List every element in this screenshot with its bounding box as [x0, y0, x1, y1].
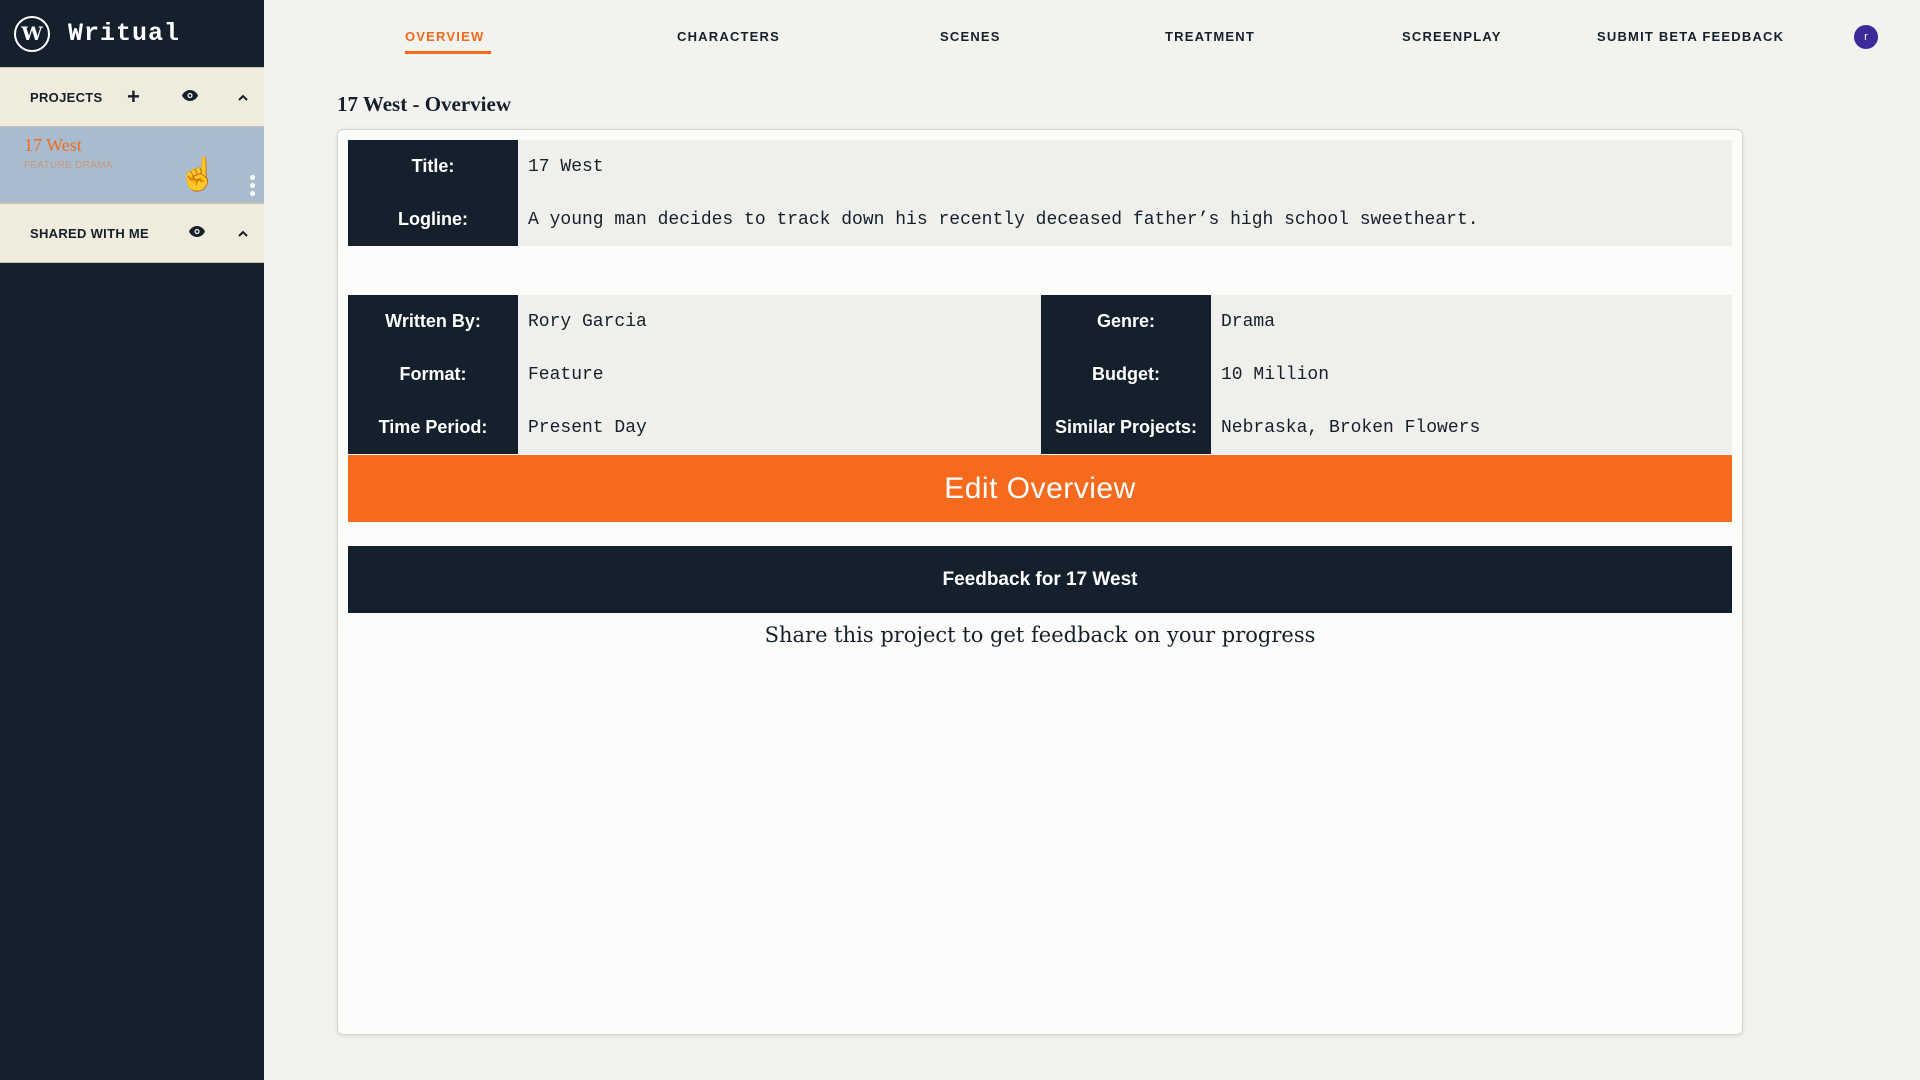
- eye-icon[interactable]: [189, 224, 205, 242]
- time-period-value: Present Day: [518, 401, 1041, 454]
- brand[interactable]: W Writual: [0, 0, 264, 67]
- tab-treatment[interactable]: TREATMENT: [1165, 29, 1255, 44]
- active-tab-underline: [405, 51, 491, 54]
- format-row: Format: Feature: [348, 348, 1041, 401]
- page-title: 17 West - Overview: [337, 92, 511, 116]
- title-row: Title: 17 West: [348, 140, 1732, 193]
- projects-header-label: PROJECTS: [30, 89, 103, 105]
- shared-with-me-header[interactable]: SHARED WITH ME: [0, 203, 264, 263]
- add-project-icon[interactable]: +: [127, 84, 140, 110]
- tab-characters[interactable]: CHARACTERS: [677, 29, 780, 44]
- logline-label: Logline:: [348, 193, 518, 246]
- project-subtitle: FEATURE DRAMA: [24, 160, 113, 171]
- edit-overview-button[interactable]: Edit Overview: [348, 455, 1732, 522]
- project-item-17-west[interactable]: 17 West FEATURE DRAMA: [0, 127, 264, 203]
- time-period-label: Time Period:: [348, 401, 518, 454]
- top-nav: OVERVIEW CHARACTERS SCENES TREATMENT SCR…: [264, 0, 1920, 76]
- writual-logo-icon: W: [14, 15, 50, 52]
- chevron-up-icon[interactable]: [238, 88, 248, 106]
- genre-row: Genre: Drama: [1041, 295, 1732, 348]
- chevron-up-icon[interactable]: [238, 224, 248, 242]
- brand-name: Writual: [68, 19, 181, 48]
- sidebar: W Writual PROJECTS + 17 West FEATURE DRA…: [0, 0, 264, 1080]
- tab-overview[interactable]: OVERVIEW: [405, 29, 484, 44]
- title-value: 17 West: [518, 140, 1732, 193]
- written-by-row: Written By: Rory Garcia: [348, 295, 1041, 348]
- user-avatar[interactable]: r: [1854, 25, 1878, 49]
- tab-screenplay[interactable]: SCREENPLAY: [1402, 29, 1502, 44]
- format-label: Format:: [348, 348, 518, 401]
- format-value: Feature: [518, 348, 1041, 401]
- similar-projects-label: Similar Projects:: [1041, 401, 1211, 454]
- feedback-header: Feedback for 17 West: [348, 546, 1732, 613]
- shared-header-label: SHARED WITH ME: [30, 225, 150, 241]
- budget-label: Budget:: [1041, 348, 1211, 401]
- feedback-message: Share this project to get feedback on yo…: [764, 623, 1316, 647]
- overview-card: Title: 17 West Logline: A young man deci…: [337, 129, 1743, 1035]
- genre-value: Drama: [1211, 295, 1732, 348]
- tab-scenes[interactable]: SCENES: [940, 29, 1001, 44]
- written-by-label: Written By:: [348, 295, 518, 348]
- title-label: Title:: [348, 140, 518, 193]
- genre-label: Genre:: [1041, 295, 1211, 348]
- projects-header[interactable]: PROJECTS +: [0, 67, 264, 127]
- similar-projects-row: Similar Projects: Nebraska, Broken Flowe…: [1041, 401, 1732, 454]
- budget-value: 10 Million: [1211, 348, 1732, 401]
- more-options-icon[interactable]: [250, 175, 255, 196]
- written-by-value: Rory Garcia: [518, 295, 1041, 348]
- logline-row: Logline: A young man decides to track do…: [348, 193, 1732, 246]
- budget-row: Budget: 10 Million: [1041, 348, 1732, 401]
- eye-icon[interactable]: [182, 88, 198, 106]
- time-period-row: Time Period: Present Day: [348, 401, 1041, 454]
- tab-submit-beta-feedback[interactable]: SUBMIT BETA FEEDBACK: [1597, 29, 1784, 44]
- similar-projects-value: Nebraska, Broken Flowers: [1211, 401, 1732, 454]
- project-name: 17 West: [24, 135, 82, 155]
- logline-value: A young man decides to track down his re…: [518, 193, 1732, 246]
